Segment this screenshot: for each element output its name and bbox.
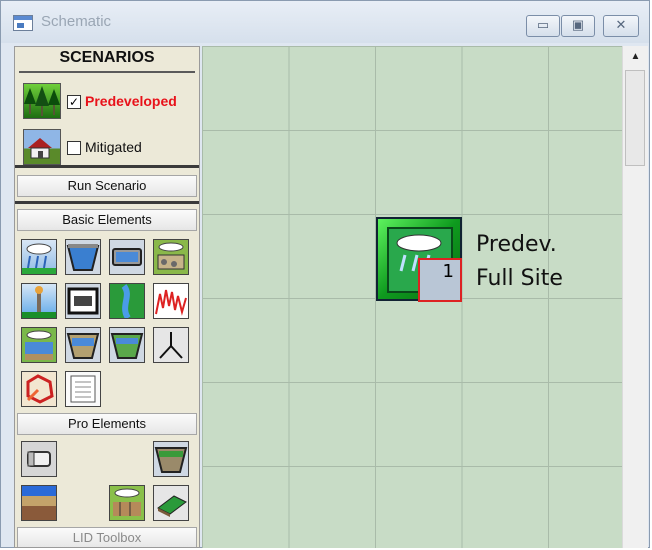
basic-elements-header[interactable]: Basic Elements bbox=[17, 209, 197, 231]
window-icon bbox=[13, 15, 33, 31]
scroll-up-icon[interactable]: ▲ bbox=[623, 46, 648, 68]
element-panel: SCENARIOS ✓ Predeveloped Mitigated Run S… bbox=[14, 46, 200, 548]
check-mark-icon: ✓ bbox=[68, 95, 80, 109]
node-label-line2: Full Site bbox=[476, 266, 563, 291]
close-button[interactable]: ✕ bbox=[603, 15, 639, 37]
table-icon[interactable] bbox=[65, 371, 101, 407]
divider bbox=[15, 165, 199, 168]
pro-elements-header[interactable]: Pro Elements bbox=[17, 413, 197, 435]
house-icon bbox=[23, 129, 61, 165]
mitigated-label: Mitigated bbox=[85, 139, 142, 155]
close-icon: ✕ bbox=[615, 17, 627, 32]
flow-duration-icon[interactable] bbox=[153, 283, 189, 319]
scenario-predeveloped[interactable]: ✓ Predeveloped bbox=[19, 83, 197, 119]
pond-icon[interactable] bbox=[65, 327, 101, 363]
predeveloped-label: Predeveloped bbox=[85, 93, 177, 109]
channel-icon[interactable] bbox=[109, 283, 145, 319]
tower-icon[interactable] bbox=[21, 283, 57, 319]
pipe-icon[interactable] bbox=[21, 441, 57, 477]
gravel-trench-icon[interactable] bbox=[153, 239, 189, 275]
node-label-line1: Predev. bbox=[476, 232, 557, 257]
title-bar[interactable]: Schematic ▭ ▣ ✕ bbox=[1, 1, 649, 43]
rain-gauge-icon[interactable] bbox=[21, 239, 57, 275]
maximize-icon: ▣ bbox=[571, 17, 585, 32]
permeable-pavement-icon[interactable] bbox=[109, 485, 145, 521]
lid-toolbox-header[interactable]: LID Toolbox bbox=[17, 527, 197, 547]
vault-icon[interactable] bbox=[65, 283, 101, 319]
scenario-mitigated[interactable]: Mitigated bbox=[19, 129, 197, 165]
run-scenario-button[interactable]: Run Scenario bbox=[17, 175, 197, 197]
bioretention-icon[interactable] bbox=[153, 441, 189, 477]
swale-icon[interactable] bbox=[109, 327, 145, 363]
maximize-button[interactable]: ▣ bbox=[561, 15, 595, 37]
node-number-badge[interactable]: 1 bbox=[418, 258, 462, 302]
tank-icon[interactable] bbox=[109, 239, 145, 275]
junction-icon[interactable] bbox=[153, 327, 189, 363]
scenarios-header: SCENARIOS bbox=[19, 49, 195, 73]
compass-icon[interactable] bbox=[21, 371, 57, 407]
vertical-scrollbar[interactable]: ▲ bbox=[622, 46, 648, 548]
divider bbox=[15, 201, 199, 204]
green-roof-icon[interactable] bbox=[153, 485, 189, 521]
node-number: 1 bbox=[442, 261, 454, 282]
minimize-icon: ▭ bbox=[536, 17, 550, 32]
infiltration-icon[interactable] bbox=[21, 327, 57, 363]
layered-soil-icon[interactable] bbox=[21, 485, 57, 521]
predeveloped-checkbox[interactable]: ✓ bbox=[67, 95, 81, 109]
mitigated-checkbox[interactable] bbox=[67, 141, 81, 155]
minimize-button[interactable]: ▭ bbox=[526, 15, 560, 37]
window-title: Schematic bbox=[41, 13, 112, 30]
forest-icon bbox=[23, 83, 61, 119]
trapezoidal-basin-icon[interactable] bbox=[65, 239, 101, 275]
scroll-thumb[interactable] bbox=[625, 70, 645, 166]
